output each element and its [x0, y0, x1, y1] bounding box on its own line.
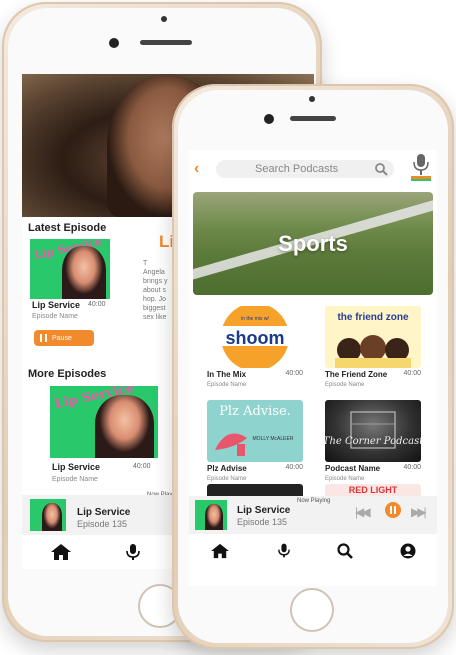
pause-button[interactable]: Pause — [34, 330, 94, 346]
sensor-dot — [161, 16, 167, 22]
earpiece-speaker — [290, 116, 336, 121]
skip-forward-icon[interactable]: ▶▶| — [411, 505, 426, 519]
home-button[interactable] — [290, 588, 334, 632]
skip-back-icon[interactable]: |◀◀ — [355, 505, 370, 519]
card-subtitle: Episode Name — [207, 382, 247, 388]
player-subtitle: Episode 135 — [237, 517, 288, 527]
podcast-artwork: the friend zone — [325, 306, 421, 368]
sports-banner-label: Sports — [278, 230, 348, 256]
now-playing-label: Now Playing — [297, 498, 331, 504]
search-placeholder: Search Podcasts — [255, 163, 339, 175]
podcast-card-peek-red-light[interactable]: RED LIGHT — [325, 484, 421, 496]
player-title: Lip Service — [237, 505, 291, 516]
podcast-logo-icon[interactable] — [410, 152, 432, 182]
latest-episode-subtitle: Episode Name — [32, 313, 78, 320]
latest-episode-duration: 40:00 — [88, 301, 106, 308]
tab-bar — [189, 534, 437, 568]
episode-name: Lip Service — [52, 462, 101, 472]
artwork-portrait — [62, 246, 106, 299]
episode-subtitle: Episode Name — [52, 476, 98, 483]
pause-label: Pause — [52, 334, 72, 342]
sports-banner[interactable]: Sports — [193, 192, 433, 295]
microphone-icon[interactable] — [126, 543, 140, 561]
front-camera — [109, 38, 119, 48]
corner-podcast-art: The Corner Podcast — [325, 411, 421, 449]
card-subtitle: Episode Name — [325, 382, 365, 388]
search-input[interactable]: Search Podcasts — [216, 160, 394, 178]
pause-button[interactable] — [385, 502, 401, 518]
shoom-logo: in the mix w/ shoom — [217, 306, 293, 368]
card-duration: 40:00 — [403, 370, 421, 377]
front-phone: ‹ Search Podcasts Sports in the mix w/ s… — [172, 84, 454, 649]
episode-artwork[interactable]: Lip Service — [50, 386, 158, 458]
plz-advise-art: Plz Advise. MOLLY McALEER — [215, 404, 294, 456]
podcast-artwork: Plz Advise. MOLLY McALEER — [207, 400, 303, 462]
podcast-card-plz-advise[interactable]: Plz Advise. MOLLY McALEER Plz Advise 40:… — [207, 400, 303, 488]
home-icon[interactable] — [50, 543, 72, 561]
artwork-portrait — [205, 503, 223, 530]
card-subtitle: Episode Name — [325, 476, 365, 482]
episode-duration: 40:00 — [133, 463, 151, 470]
podcast-artwork: in the mix w/ shoom — [207, 306, 303, 368]
player-artwork — [195, 500, 227, 530]
card-subtitle: Episode Name — [207, 476, 247, 482]
search-icon[interactable] — [375, 163, 388, 176]
art-top-text: in the mix w/ — [241, 316, 269, 322]
microphone-icon[interactable] — [278, 542, 290, 559]
artwork-portrait — [94, 394, 154, 458]
card-duration: 40:00 — [285, 370, 303, 377]
front-camera — [264, 114, 274, 124]
artwork-portrait — [42, 502, 62, 531]
art-main-text: the friend zone — [337, 312, 409, 323]
art-main-text: shoom — [225, 328, 284, 348]
latest-episode-artwork[interactable]: Lip Service — [30, 239, 110, 299]
art-credit-text: MOLLY McALEER — [253, 436, 294, 442]
mini-player-subtitle: Episode 135 — [77, 519, 128, 529]
podcast-card-in-the-mix[interactable]: in the mix w/ shoom In The Mix 40:00 Epi… — [207, 306, 303, 394]
podcast-artwork: The Corner Podcast — [325, 400, 421, 462]
podcast-card-friend-zone[interactable]: the friend zone The Friend Zone 40:00 Ep… — [325, 306, 421, 394]
art-main-text: Plz Advise. — [219, 404, 291, 419]
card-name: Plz Advise — [207, 464, 247, 473]
podcast-card-corner[interactable]: The Corner Podcast Podcast Name 40:00 Ep… — [325, 400, 421, 488]
home-icon[interactable] — [210, 543, 230, 559]
card-name: Podcast Name — [325, 464, 381, 473]
sensor-dot — [309, 96, 315, 102]
back-arrow-icon[interactable]: ‹ — [194, 160, 199, 178]
front-phone-screen: ‹ Search Podcasts Sports in the mix w/ s… — [189, 150, 437, 586]
profile-icon[interactable] — [400, 543, 416, 559]
more-episodes-heading: More Episodes — [28, 368, 107, 380]
card-name: In The Mix — [207, 370, 247, 379]
card-name: The Friend Zone — [325, 370, 388, 379]
mini-player-artwork — [30, 499, 66, 531]
pause-icon — [40, 334, 47, 342]
card-duration: 40:00 — [285, 464, 303, 471]
latest-episode-heading: Latest Episode — [28, 222, 107, 234]
latest-episode-name: Lip Service — [32, 300, 81, 310]
search-tab-icon[interactable] — [337, 543, 353, 559]
card-duration: 40:00 — [403, 464, 421, 471]
friend-zone-art: the friend zone — [335, 312, 411, 368]
art-main-text: The Corner Podcast — [325, 436, 421, 447]
podcast-card-peek[interactable] — [207, 484, 303, 496]
now-playing-bar[interactable]: Now Playing Lip Service Episode 135 — [189, 496, 437, 534]
earpiece-speaker — [140, 40, 192, 45]
mini-player-title: Lip Service — [77, 507, 131, 518]
